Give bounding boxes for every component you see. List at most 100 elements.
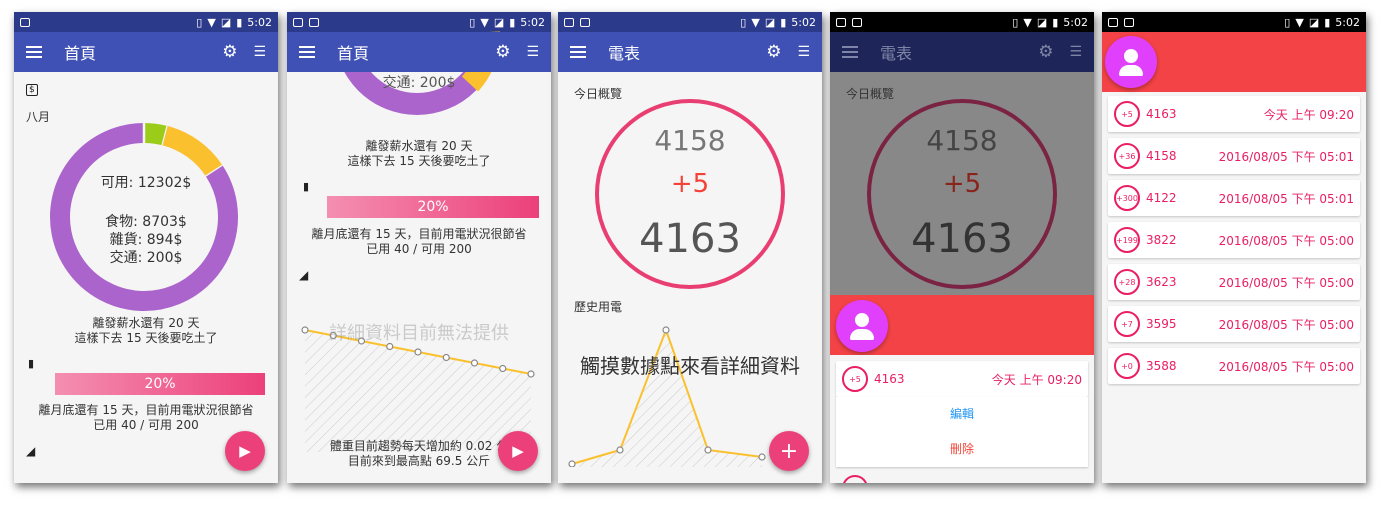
payday-countdown: 離發薪水還有 20 天 xyxy=(365,139,473,153)
weight-point xyxy=(442,353,450,362)
reading-time: 2016/08/05 下午 05:00 xyxy=(1218,233,1354,248)
reading-time: 2016/08/05 下午 05:00 xyxy=(1218,359,1354,374)
electricity-progress-bar: 20% xyxy=(55,373,265,395)
list-item[interactable]: +5 4163 今天 上午 09:20 xyxy=(836,361,1088,397)
list-item[interactable]: +7 3595 2016/08/05 下午 05:00 xyxy=(1108,306,1360,342)
category-transport: 交通: 200$ xyxy=(382,75,456,91)
avatar-icon xyxy=(1105,36,1157,88)
phone-screen-meter: ▯ ▼ ◪ ▮ 5:02 電表 ⚙ ☰ 今日概覽 4158 +5 4163 歷史… xyxy=(558,12,822,483)
weight-area xyxy=(305,330,531,452)
reading-time: 今天 上午 09:20 xyxy=(991,372,1082,387)
page-title: 電表 xyxy=(608,44,641,63)
edit-button[interactable]: 編輯 xyxy=(836,405,1088,422)
vibrate-icon: ▯ xyxy=(196,15,203,29)
reading-value: 3588 xyxy=(1146,359,1177,373)
history-point xyxy=(758,453,766,461)
wifi-icon: ▼ xyxy=(1295,15,1304,29)
battery-icon: ▮ xyxy=(1324,15,1331,29)
chart-overlay-text: 詳細資料目前無法提供 xyxy=(329,323,509,344)
history-point xyxy=(662,326,670,334)
action-menu: 編輯 刪除 xyxy=(836,397,1088,467)
reading-value: 4122 xyxy=(1146,191,1177,205)
wifi-meter-icon: ◢ xyxy=(26,444,36,458)
android-icon xyxy=(580,17,590,27)
android-icon xyxy=(20,17,30,27)
delta-badge: +5 xyxy=(842,366,868,392)
app-bar: 電表 ⚙ ☰ xyxy=(830,32,1094,72)
clock: 5:02 xyxy=(247,15,272,29)
reading-time: 2016/08/05 下午 05:00 xyxy=(1218,317,1354,332)
wifi-icon: ▼ xyxy=(751,15,760,29)
reading-time: 2016/08/05 下午 05:01 xyxy=(1218,149,1354,164)
battery-charging-icon: ▮ xyxy=(303,180,310,193)
battery-icon: ▮ xyxy=(780,15,787,29)
gear-icon[interactable]: ⚙ xyxy=(495,42,510,62)
category-grocery: 雜貨: 894$ xyxy=(109,232,183,248)
battery-icon: ▮ xyxy=(236,15,243,29)
play-fab-button[interactable]: ▶ xyxy=(225,431,265,471)
overview-label: 今日概覽 xyxy=(846,87,895,101)
no-signal-icon: ◪ xyxy=(764,15,776,29)
image-icon xyxy=(1108,17,1118,27)
vibrate-icon: ▯ xyxy=(1012,15,1019,29)
no-signal-icon: ◪ xyxy=(220,15,232,29)
app-bar: 首頁 ⚙ ☰ xyxy=(287,32,551,72)
list-item[interactable]: +300 4122 2016/08/05 下午 05:01 xyxy=(1108,180,1360,216)
image-icon xyxy=(293,17,303,27)
payday-countdown: 離發薪水還有 20 天 xyxy=(92,316,200,330)
available-amount: 可用: 12302$ xyxy=(100,175,192,191)
android-icon xyxy=(1124,17,1134,27)
weight-point xyxy=(414,348,422,356)
android-icon xyxy=(309,17,319,27)
history-area xyxy=(572,330,762,467)
history-point xyxy=(616,446,624,454)
electricity-status: 離月底還有 15 天，目前用電狀況很節省 xyxy=(38,403,254,417)
electricity-progress-bar: 20% xyxy=(327,196,539,218)
reading-value: 4163 xyxy=(874,372,905,386)
no-signal-icon: ◪ xyxy=(1308,15,1320,29)
gear-icon[interactable]: ⚙ xyxy=(766,42,781,62)
list-icon[interactable]: ☰ xyxy=(797,44,810,60)
reading-value: 3623 xyxy=(1146,275,1177,289)
delete-button[interactable]: 刪除 xyxy=(836,440,1088,457)
list-icon[interactable]: ☰ xyxy=(526,44,539,60)
electricity-usage: 已用 40 / 可用 200 xyxy=(93,418,199,432)
menu-icon xyxy=(842,46,858,58)
wifi-meter-icon: ◢ xyxy=(299,268,309,282)
list-item[interactable]: +199 3822 2016/08/05 下午 05:00 xyxy=(1108,222,1360,258)
gear-icon[interactable]: ⚙ xyxy=(222,42,237,62)
list-item[interactable]: +0 3588 2016/08/05 下午 05:00 xyxy=(1108,348,1360,384)
phone-screen-home: ▯ ▼ ◪ ▮ 5:02 首頁 ⚙ ☰ $ 八月 可用: 12302$ 食物: … xyxy=(14,12,278,483)
history-point xyxy=(568,460,576,467)
list-item[interactable]: +5 4163 今天 上午 09:20 xyxy=(1108,96,1360,132)
reading-value: 3595 xyxy=(1146,317,1177,331)
screenshot-collage: ▯ ▼ ◪ ▮ 5:02 首頁 ⚙ ☰ $ 八月 可用: 12302$ 食物: … xyxy=(0,0,1386,515)
list-item[interactable]: +28 3623 2016/08/05 下午 05:00 xyxy=(1108,264,1360,300)
clock: 5:02 xyxy=(1063,15,1088,29)
clock: 5:02 xyxy=(1335,15,1360,29)
list-item[interactable]: +36 4158 2016/08/05 下午 05:01 xyxy=(1108,138,1360,174)
avatar-icon xyxy=(836,300,888,352)
menu-icon[interactable] xyxy=(26,46,42,58)
list-icon[interactable]: ☰ xyxy=(253,44,266,60)
app-bar: 電表 ⚙ ☰ xyxy=(558,32,822,72)
delta-badge: +28 xyxy=(1114,269,1140,295)
delta-badge: +0 xyxy=(1114,353,1140,379)
battery-charging-icon: ▮ xyxy=(28,357,35,370)
status-bar: ▯ ▼ ◪ ▮ 5:02 xyxy=(558,12,822,32)
current-reading: 4163 xyxy=(639,216,741,262)
add-fab-button[interactable]: + xyxy=(769,431,809,471)
weight-point xyxy=(527,370,535,378)
status-bar: ▯ ▼ ◪ ▮ 5:02 xyxy=(14,12,278,32)
wifi-icon: ▼ xyxy=(1023,15,1032,29)
battery-icon: ▮ xyxy=(1052,15,1059,29)
page-title: 首頁 xyxy=(64,44,97,63)
play-fab-button[interactable]: ▶ xyxy=(498,431,538,471)
status-bar: ▯ ▼ ◪ ▮ 5:02 xyxy=(830,12,1094,32)
money-icon: $ xyxy=(26,84,38,96)
reading-value: 3822 xyxy=(1146,233,1177,247)
menu-icon[interactable] xyxy=(570,46,586,58)
delta-badge: +300 xyxy=(1114,185,1140,211)
electricity-usage: 已用 40 / 可用 200 xyxy=(366,242,472,256)
menu-icon[interactable] xyxy=(299,46,315,58)
